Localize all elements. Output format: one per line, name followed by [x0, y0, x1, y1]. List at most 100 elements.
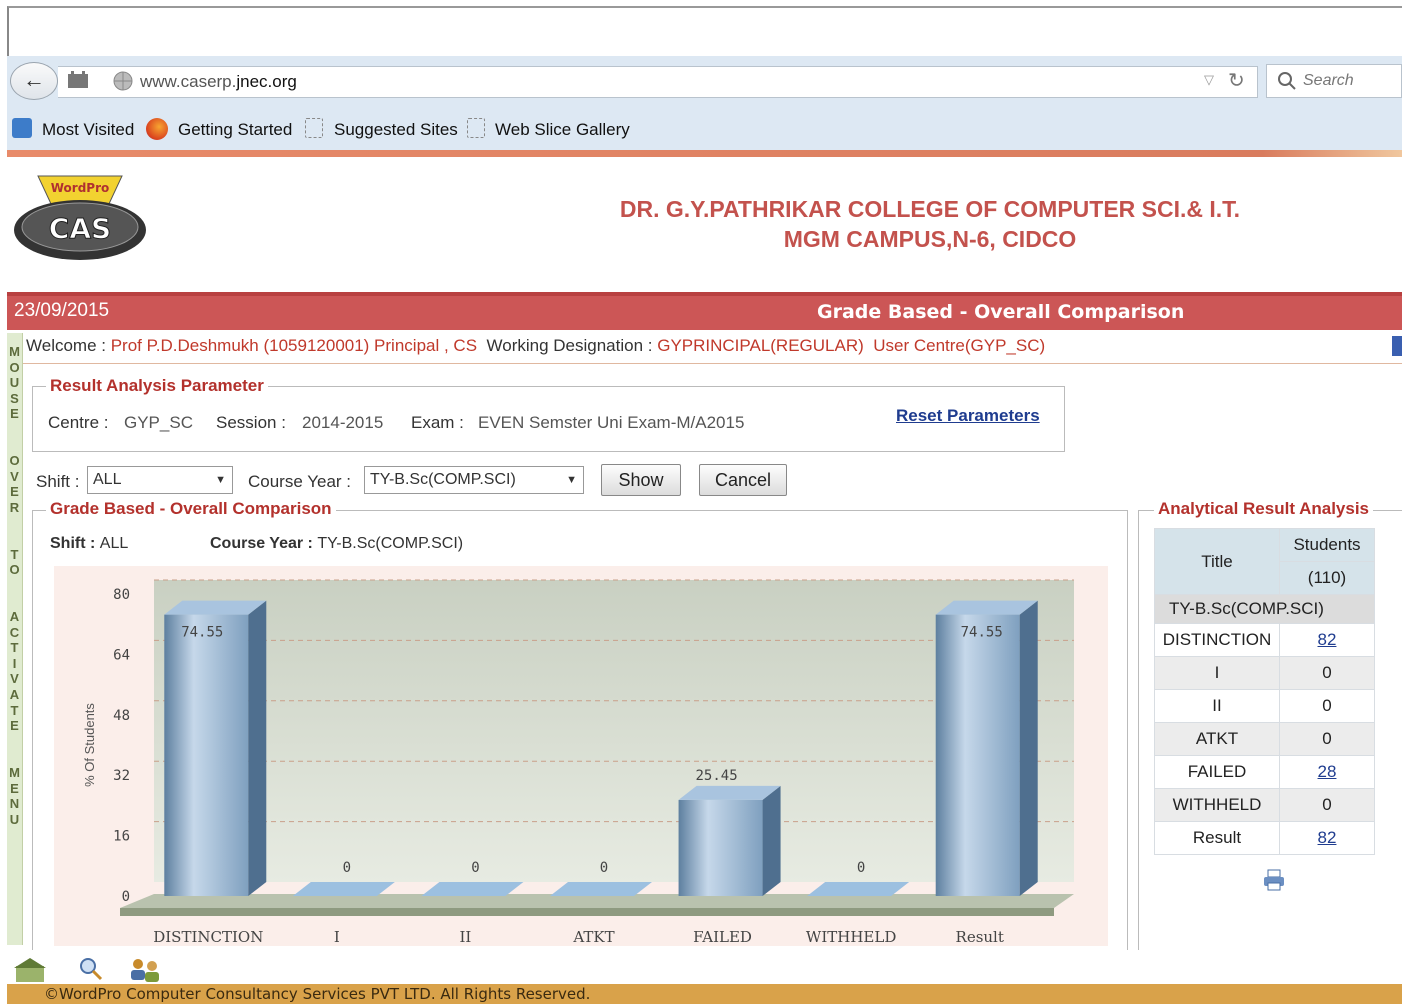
analytical-table: Title Students (110) TY-B.Sc(COMP.SCI) D…: [1154, 528, 1375, 855]
users-icon[interactable]: [131, 959, 159, 982]
divider: [22, 363, 1402, 364]
x-tick-label: ATKT: [572, 928, 614, 946]
y-axis-label: % Of Students: [82, 703, 97, 787]
search-icon: [1276, 70, 1298, 95]
data-label: 0: [857, 860, 865, 876]
bar: [421, 882, 524, 896]
data-label: 25.45: [695, 768, 737, 784]
reset-parameters-link[interactable]: Reset Parameters: [896, 406, 1040, 426]
course-year-label: Course Year :: [248, 472, 352, 491]
row-value-link[interactable]: 28: [1318, 762, 1337, 781]
chart-course-year: Course Year : TY-B.Sc(COMP.SCI): [210, 535, 463, 553]
row-title: ATKT: [1154, 722, 1280, 756]
centre-label: Centre :: [48, 413, 109, 432]
firefox-icon: [146, 118, 168, 140]
footer-icons: [14, 956, 174, 987]
row-title: FAILED: [1154, 755, 1280, 789]
row-value-cell: 0: [1279, 722, 1375, 756]
chart-shift-label: Shift :: [50, 535, 100, 552]
analytical-row: WITHHELD 0: [1154, 788, 1375, 822]
logo-text: CAS: [49, 212, 111, 245]
shift-select-value: ALL: [93, 471, 122, 488]
row-title: II: [1154, 689, 1280, 723]
y-tick-label: 32: [113, 768, 130, 784]
bookmark-most-visited[interactable]: Most Visited: [42, 120, 134, 140]
bar: [678, 799, 763, 896]
centre-value: GYP_SC: [124, 413, 193, 432]
home-icon[interactable]: [14, 958, 46, 982]
exam-label: Exam :: [411, 413, 464, 432]
date-label: 23/09/2015: [14, 300, 110, 321]
bookmark-web-slice-gallery[interactable]: Web Slice Gallery: [495, 120, 630, 140]
chart-floor: [120, 894, 1074, 908]
course-year-select[interactable]: TY-B.Sc(COMP.SCI) ▼: [364, 466, 584, 494]
bar-side: [762, 785, 781, 896]
history-icon[interactable]: [66, 70, 90, 90]
chart-shift: Shift : ALL: [50, 535, 128, 553]
row-value-link[interactable]: 82: [1318, 828, 1337, 847]
reload-icon[interactable]: ↻: [1228, 68, 1245, 93]
bookmark-suggested-sites[interactable]: Suggested Sites: [334, 120, 458, 140]
browser-title-strip: [7, 6, 1402, 56]
chart-legend: Grade Based - Overall Comparison: [46, 499, 336, 519]
welcome-line: Welcome : Prof P.D.Deshmukh (1059120001)…: [26, 336, 1045, 356]
y-tick-label: 16: [113, 829, 130, 845]
row-value-link[interactable]: 82: [1318, 630, 1337, 649]
bar: [807, 882, 910, 896]
row-value-cell: 0: [1279, 788, 1375, 822]
x-tick-label: Result: [956, 928, 1004, 946]
shift-select[interactable]: ALL ▼: [87, 466, 233, 494]
y-tick-label: 80: [113, 587, 130, 603]
cancel-button[interactable]: Cancel: [699, 464, 787, 496]
bar: [292, 882, 395, 896]
bar: [935, 614, 1020, 896]
side-menu-text[interactable]: MOUSEOVERTOACTIVATEMENU: [7, 344, 22, 827]
cas-logo: WordPro CAS: [10, 172, 150, 267]
x-tick-label: DISTINCTION: [153, 928, 263, 946]
bar-side: [248, 600, 267, 896]
row-title: I: [1154, 656, 1280, 690]
print-icon[interactable]: [1262, 868, 1286, 895]
y-tick-label: 64: [113, 647, 130, 663]
analytical-row: I0: [1154, 656, 1375, 690]
chart-shift-value: ALL: [99, 535, 129, 552]
row-title: WITHHELD: [1154, 788, 1280, 822]
url-text[interactable]: www.caserp.jnec.org: [140, 72, 297, 92]
dropdown-icon[interactable]: ▽: [1204, 72, 1214, 88]
data-label: 74.55: [961, 625, 1003, 641]
row-value-cell: 82: [1279, 821, 1375, 855]
chevron-down-icon: ▼: [566, 474, 577, 486]
most-visited-icon: [12, 118, 32, 138]
bookmark-getting-started[interactable]: Getting Started: [178, 120, 292, 140]
back-button[interactable]: ←: [10, 62, 58, 100]
analytical-row: Result 82: [1154, 821, 1375, 855]
analytical-row: ATKT 0: [1154, 722, 1375, 756]
row-value-cell: 0: [1279, 689, 1375, 723]
col-count-header: (110): [1279, 561, 1375, 595]
title-bar: [7, 292, 1402, 330]
analytical-row: II 0: [1154, 689, 1375, 723]
page-title: Grade Based - Overall Comparison: [817, 301, 1185, 323]
user-name: Prof P.D.Deshmukh (1059120001) Principal…: [110, 336, 478, 355]
col-title-header: Title: [1154, 528, 1280, 595]
designation-value: GYPRINCIPAL(REGULAR): [657, 336, 864, 355]
show-button[interactable]: Show: [601, 464, 681, 496]
param-legend: Result Analysis Parameter: [46, 376, 268, 396]
user-centre: User Centre(GYP_SC): [873, 336, 1046, 355]
accent-stripe: [7, 150, 1402, 157]
analytical-row: FAILED 28: [1154, 755, 1375, 789]
course-year-select-value: TY-B.Sc(COMP.SCI): [370, 471, 516, 488]
x-tick-label: WITHHELD: [806, 928, 896, 946]
session-value: 2014-2015: [302, 413, 384, 432]
analytical-legend: Analytical Result Analysis: [1154, 499, 1374, 519]
data-label: 0: [471, 860, 479, 876]
col-students-header: Students: [1279, 528, 1375, 562]
chart-course-label: Course Year :: [210, 535, 318, 552]
group-row: TY-B.Sc(COMP.SCI): [1154, 594, 1375, 624]
data-label: 0: [343, 860, 351, 876]
shift-label: Shift :: [36, 472, 80, 491]
web-slice-icon: [467, 118, 485, 138]
college-name-line2: MGM CAMPUS,N-6, CIDCO: [783, 226, 1077, 252]
search-user-icon[interactable]: [80, 958, 103, 981]
row-value-cell: 0: [1279, 656, 1375, 690]
